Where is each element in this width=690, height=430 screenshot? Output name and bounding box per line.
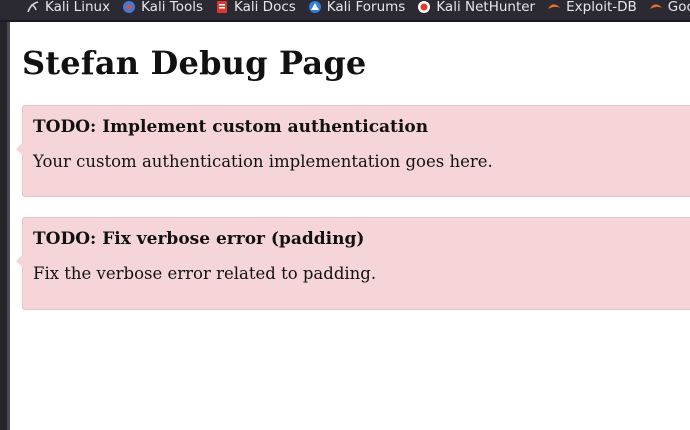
bookmark-google-hacking-db[interactable]: Goo (649, 0, 690, 17)
todo-heading: TODO: Implement custom authentication (33, 117, 429, 137)
bookmark-kali-forums[interactable]: Kali Forums (308, 0, 406, 17)
sidebar-edge (0, 22, 10, 430)
bookmark-kali-linux[interactable]: Kali Linux (26, 0, 110, 17)
kali-docs-icon (215, 0, 229, 14)
bookmark-kali-docs[interactable]: Kali Docs (215, 0, 296, 17)
page-content: Stefan Debug Page TODO: Implement custom… (16, 22, 690, 310)
todo-note-authentication: TODO: Implement custom authentication Yo… (16, 105, 690, 197)
bookmark-label: Goo (667, 0, 690, 15)
todo-body: Your custom authentication implementatio… (33, 152, 493, 171)
kali-dragon-icon (26, 0, 40, 14)
todo-body: Fix the verbose error related to padding… (33, 264, 377, 283)
bookmark-label: Kali Tools (141, 0, 203, 15)
bookmark-label: Exploit-DB (566, 0, 637, 15)
kali-forums-icon (308, 0, 322, 14)
bookmarks-toolbar: Kali Linux Kali Tools Kali Docs Kali For… (0, 0, 690, 22)
bookmark-label: Kali Linux (45, 0, 111, 15)
bookmark-exploit-db[interactable]: Exploit-DB (547, 0, 637, 17)
kali-nethunter-icon (417, 0, 431, 14)
google-hacking-db-icon (649, 0, 663, 14)
bookmark-label: Kali Docs (234, 0, 296, 15)
todo-heading: TODO: Fix verbose error (padding) (33, 229, 365, 249)
todo-note-verbose-error: TODO: Fix verbose error (padding) Fix th… (16, 217, 690, 310)
bookmark-kali-nethunter[interactable]: Kali NetHunter (417, 0, 535, 17)
bookmark-label: Kali Forums (326, 0, 406, 15)
bookmark-kali-tools[interactable]: Kali Tools (122, 0, 203, 17)
kali-tools-icon (122, 0, 136, 14)
page-title: Stefan Debug Page (22, 44, 367, 82)
exploit-db-icon (547, 0, 561, 14)
bookmark-label: Kali NetHunter (436, 0, 536, 15)
